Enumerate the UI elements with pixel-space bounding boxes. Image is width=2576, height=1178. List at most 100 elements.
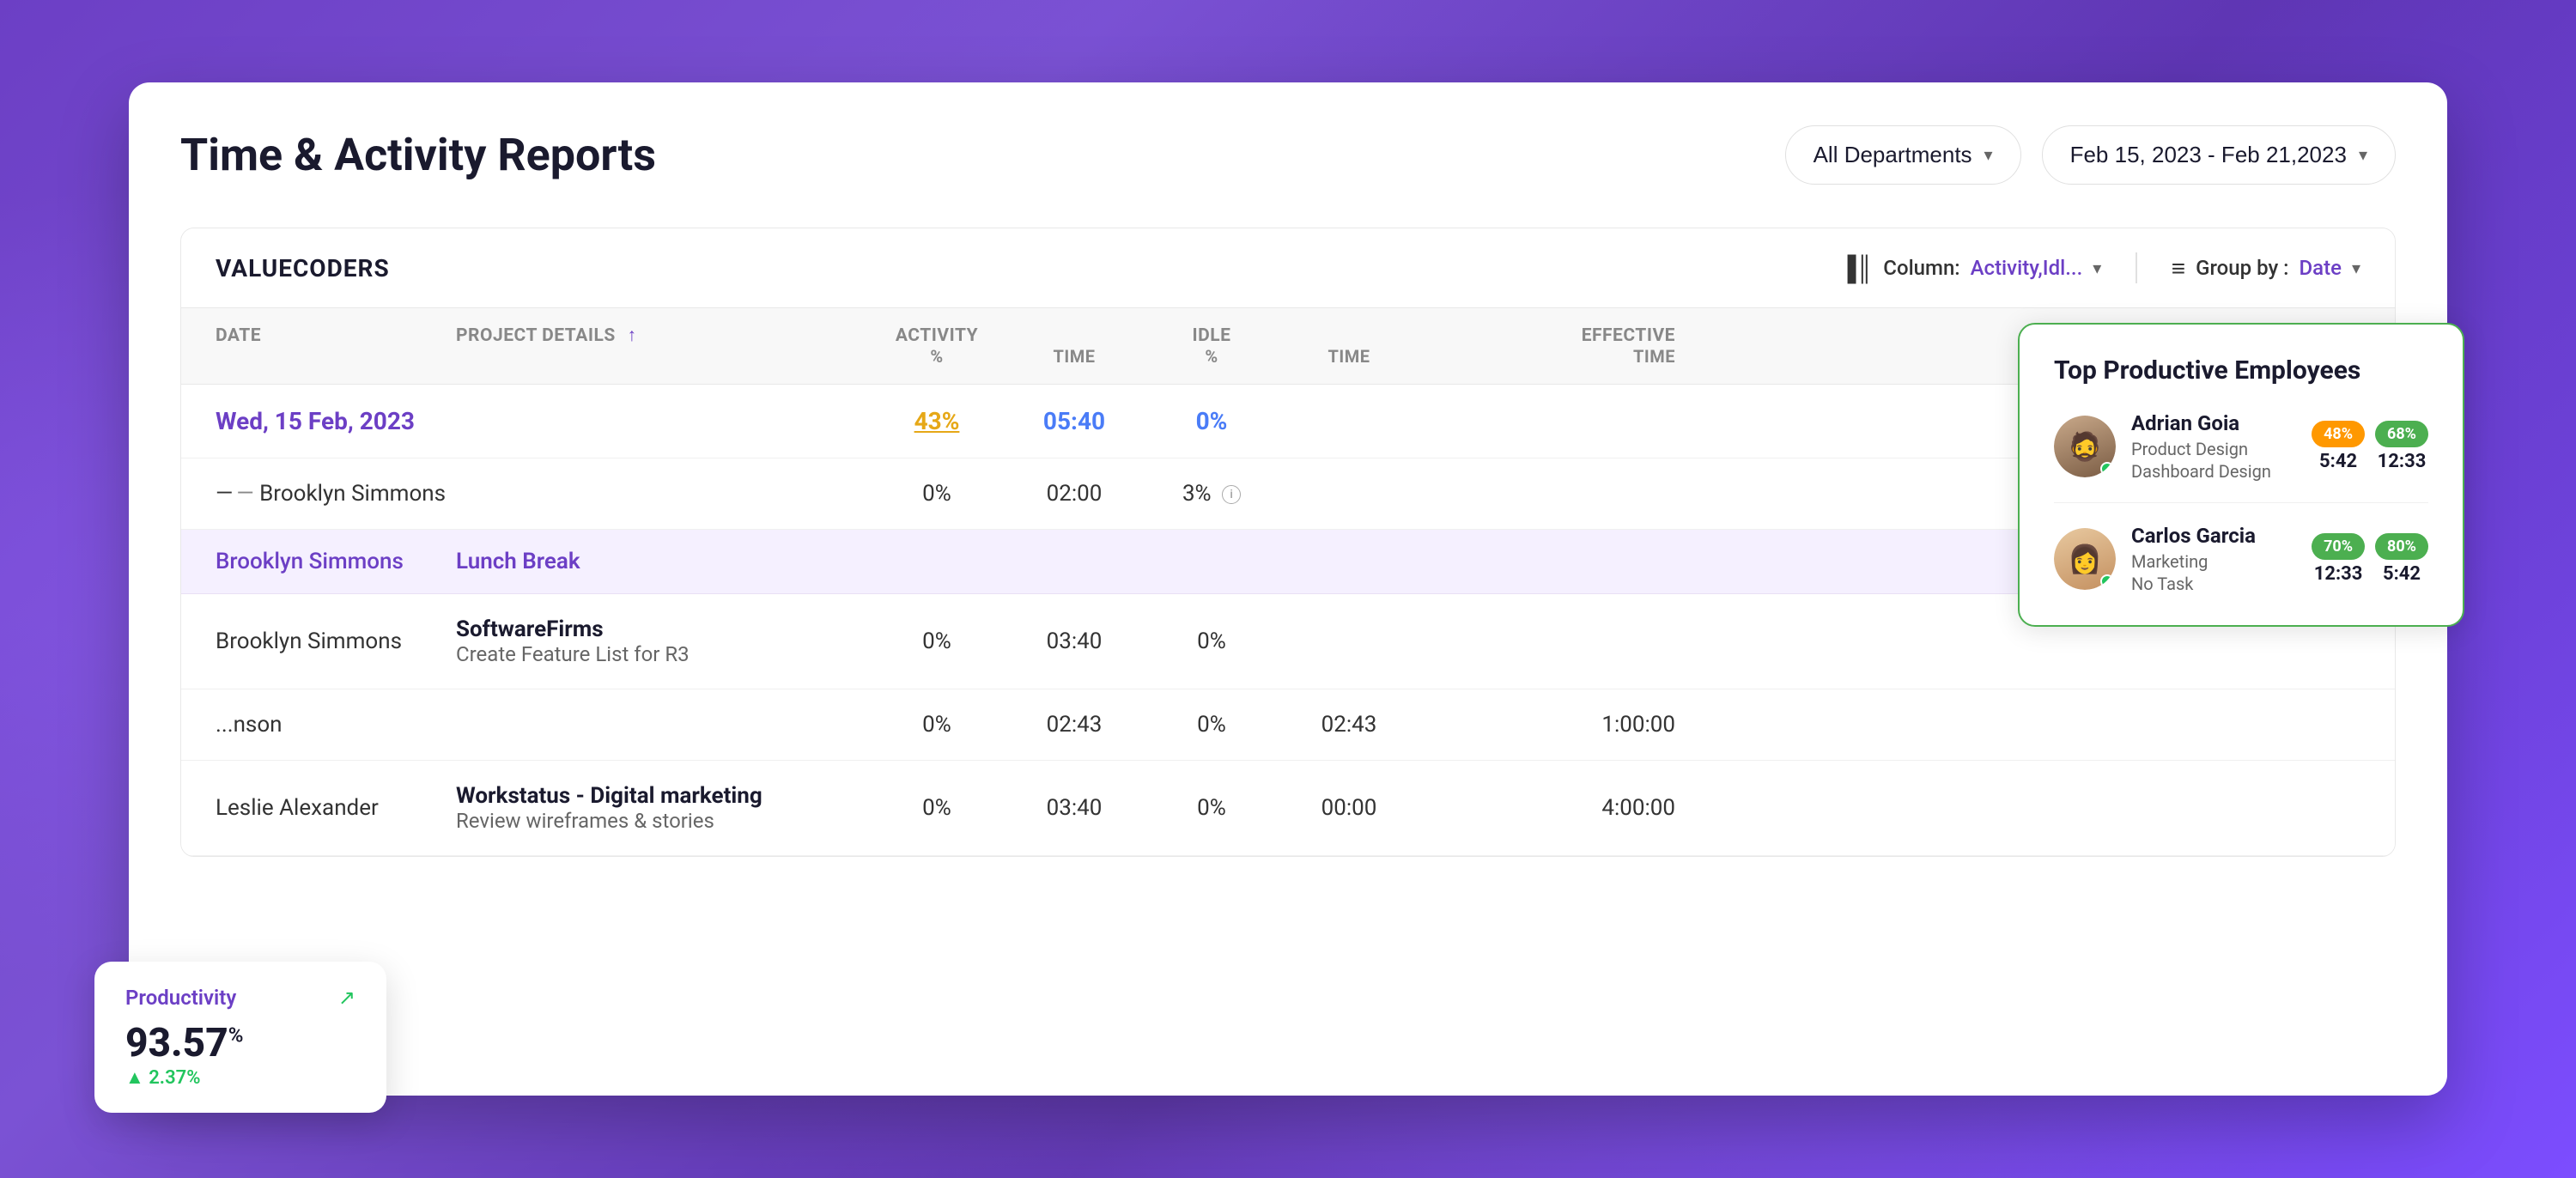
column-control[interactable]: ▐║ Column: Activity,Idl... ▾ [1839, 254, 2102, 282]
employee-card-row: 👩 Carlos Garcia Marketing No Task 70% 12… [2054, 524, 2428, 594]
main-card: Time & Activity Reports All Departments … [129, 82, 2447, 1096]
activity-pct: 0% [885, 481, 988, 507]
column-icon: ▐║ [1839, 254, 1874, 282]
stat-time-2: 5:42 [2383, 563, 2421, 585]
effective-time: 1:00:00 [1435, 712, 1675, 738]
stat-time-1: 12:33 [2314, 563, 2363, 585]
project-task: Create Feature List for R3 [456, 642, 885, 666]
avatar: 👩 [2054, 528, 2116, 590]
badge-green-1: 70% [2312, 533, 2365, 560]
employee-card-name: Carlos Garcia [2131, 524, 2296, 548]
groupby-icon: ≡ [2172, 254, 2185, 282]
activity-time: 03:40 [988, 795, 1160, 821]
date-group-activity-time: 05:40 [988, 407, 1160, 435]
employee-stats: 70% 12:33 80% 5:42 [2312, 533, 2428, 585]
idle-pct: 0% [1160, 712, 1263, 738]
employee-name: ...nson [216, 712, 456, 738]
groupby-label: Group by : [2196, 256, 2288, 280]
table-row: Leslie Alexander Workstatus - Digital ma… [181, 761, 2395, 856]
activity-time: 02:00 [988, 481, 1160, 507]
employee-card-row: 🧔 Adrian Goia Product Design Dashboard D… [2054, 411, 2428, 503]
activity-pct: 0% [885, 795, 988, 821]
productivity-title: Productivity [125, 986, 236, 1010]
toolbar-right: ▐║ Column: Activity,Idl... ▾ ≡ Group by … [1839, 252, 2360, 283]
badge-green: 68% [2375, 421, 2428, 447]
activity-time: 03:40 [988, 628, 1160, 654]
employee-name: Leslie Alexander [216, 795, 456, 821]
table-row: ...nson 0% 02:43 0% 02:43 1:00:00 [181, 689, 2395, 761]
date-filter[interactable]: Feb 15, 2023 - Feb 21,2023 ▾ [2042, 125, 2396, 185]
productivity-header: Productivity ↗ [125, 986, 355, 1010]
project-details: SoftwareFirms Create Feature List for R3 [456, 616, 885, 666]
groupby-value: Date [2300, 256, 2342, 280]
trend-icon: ↗ [338, 986, 355, 1010]
stat-time-2: 12:33 [2378, 451, 2427, 472]
idle-pct: 3% i [1160, 481, 1263, 507]
date-filter-value: Feb 15, 2023 - Feb 21,2023 [2070, 142, 2347, 168]
chevron-down-icon: ▾ [2359, 144, 2367, 166]
employee-card-dept: Product Design [2131, 439, 2296, 459]
employee-name: Brooklyn Simmons [216, 628, 456, 654]
page-header: Time & Activity Reports All Departments … [180, 125, 2396, 185]
chevron-down-icon: ▾ [2093, 258, 2101, 278]
date-group-idle-pct: 0% [1160, 407, 1263, 435]
date-group-activity-pct: 43% [885, 407, 988, 435]
column-value: Activity,Idl... [1971, 256, 2083, 280]
col-date: DATE [216, 325, 456, 367]
productivity-widget: Productivity ↗ 93.57% ▲ 2.37% [94, 962, 386, 1113]
employee-stats: 48% 5:42 68% 12:33 [2312, 421, 2428, 472]
employee-card-task: Dashboard Design [2131, 461, 2296, 482]
online-status-dot [2100, 574, 2114, 588]
employee-card-task: No Task [2131, 574, 2296, 594]
project-details: Workstatus - Digital marketing Review wi… [456, 783, 885, 833]
col-project: PROJECT DETAILS ↑ [456, 325, 885, 367]
stat-group-1: 70% 12:33 [2312, 533, 2365, 585]
productivity-value: 93.57% [125, 1020, 243, 1066]
badge-orange: 48% [2312, 421, 2365, 447]
productivity-value-row: 93.57% [125, 1020, 355, 1066]
idle-pct: 0% [1160, 628, 1263, 654]
column-label: Column: [1883, 256, 1959, 280]
toolbar-divider [2136, 252, 2137, 283]
badge-green-2: 80% [2375, 533, 2428, 560]
stat-group-2: 68% 12:33 [2375, 421, 2428, 472]
project-name: Workstatus - Digital marketing [456, 783, 885, 809]
avatar: 🧔 [2054, 416, 2116, 477]
col-activity-time: TIME [988, 325, 1160, 367]
department-filter[interactable]: All Departments ▾ [1785, 125, 2021, 185]
table-toolbar: VALUECODERS ▐║ Column: Activity,Idl... ▾… [181, 228, 2395, 308]
header-controls: All Departments ▾ Feb 15, 2023 - Feb 21,… [1785, 125, 2396, 185]
idle-time: 02:43 [1263, 712, 1435, 738]
dash-icon: — [216, 481, 233, 507]
chevron-down-icon: ▾ [2352, 258, 2360, 278]
project-task: Review wireframes & stories [456, 809, 885, 833]
activity-time: 02:43 [988, 712, 1160, 738]
page-title: Time & Activity Reports [180, 129, 656, 181]
col-activity-pct: ACTIVITY % [885, 325, 988, 367]
groupby-control[interactable]: ≡ Group by : Date ▾ [2172, 254, 2360, 282]
employee-name: — — Brooklyn Simmons [216, 481, 456, 507]
chevron-down-icon: ▾ [1984, 144, 1993, 166]
idle-pct: 0% [1160, 795, 1263, 821]
effective-time: 4:00:00 [1435, 795, 1675, 821]
top-employees-title: Top Productive Employees [2054, 355, 2428, 386]
col-effective-time: EFFECTIVE TIME [1435, 325, 1675, 367]
lunch-employee: Brooklyn Simmons [216, 549, 456, 574]
activity-pct: 0% [885, 712, 988, 738]
col-idle-pct: IDLE % [1160, 325, 1263, 367]
top-employees-card: Top Productive Employees 🧔 Adrian Goia P… [2018, 323, 2464, 627]
employee-info: Carlos Garcia Marketing No Task [2131, 524, 2296, 594]
info-icon[interactable]: i [1222, 485, 1241, 504]
activity-pct: 0% [885, 628, 988, 654]
employee-card-dept: Marketing [2131, 551, 2296, 572]
employee-card-name: Adrian Goia [2131, 411, 2296, 435]
project-name: SoftwareFirms [456, 616, 885, 642]
stat-group-1: 48% 5:42 [2312, 421, 2365, 472]
date-group-label: Wed, 15 Feb, 2023 [216, 407, 456, 435]
company-name: VALUECODERS [216, 254, 390, 282]
stat-time-1: 5:42 [2319, 451, 2357, 472]
employee-info: Adrian Goia Product Design Dashboard Des… [2131, 411, 2296, 482]
productivity-change: ▲ 2.37% [125, 1066, 355, 1089]
idle-time: 00:00 [1263, 795, 1435, 821]
col-idle-time: TIME [1263, 325, 1435, 367]
